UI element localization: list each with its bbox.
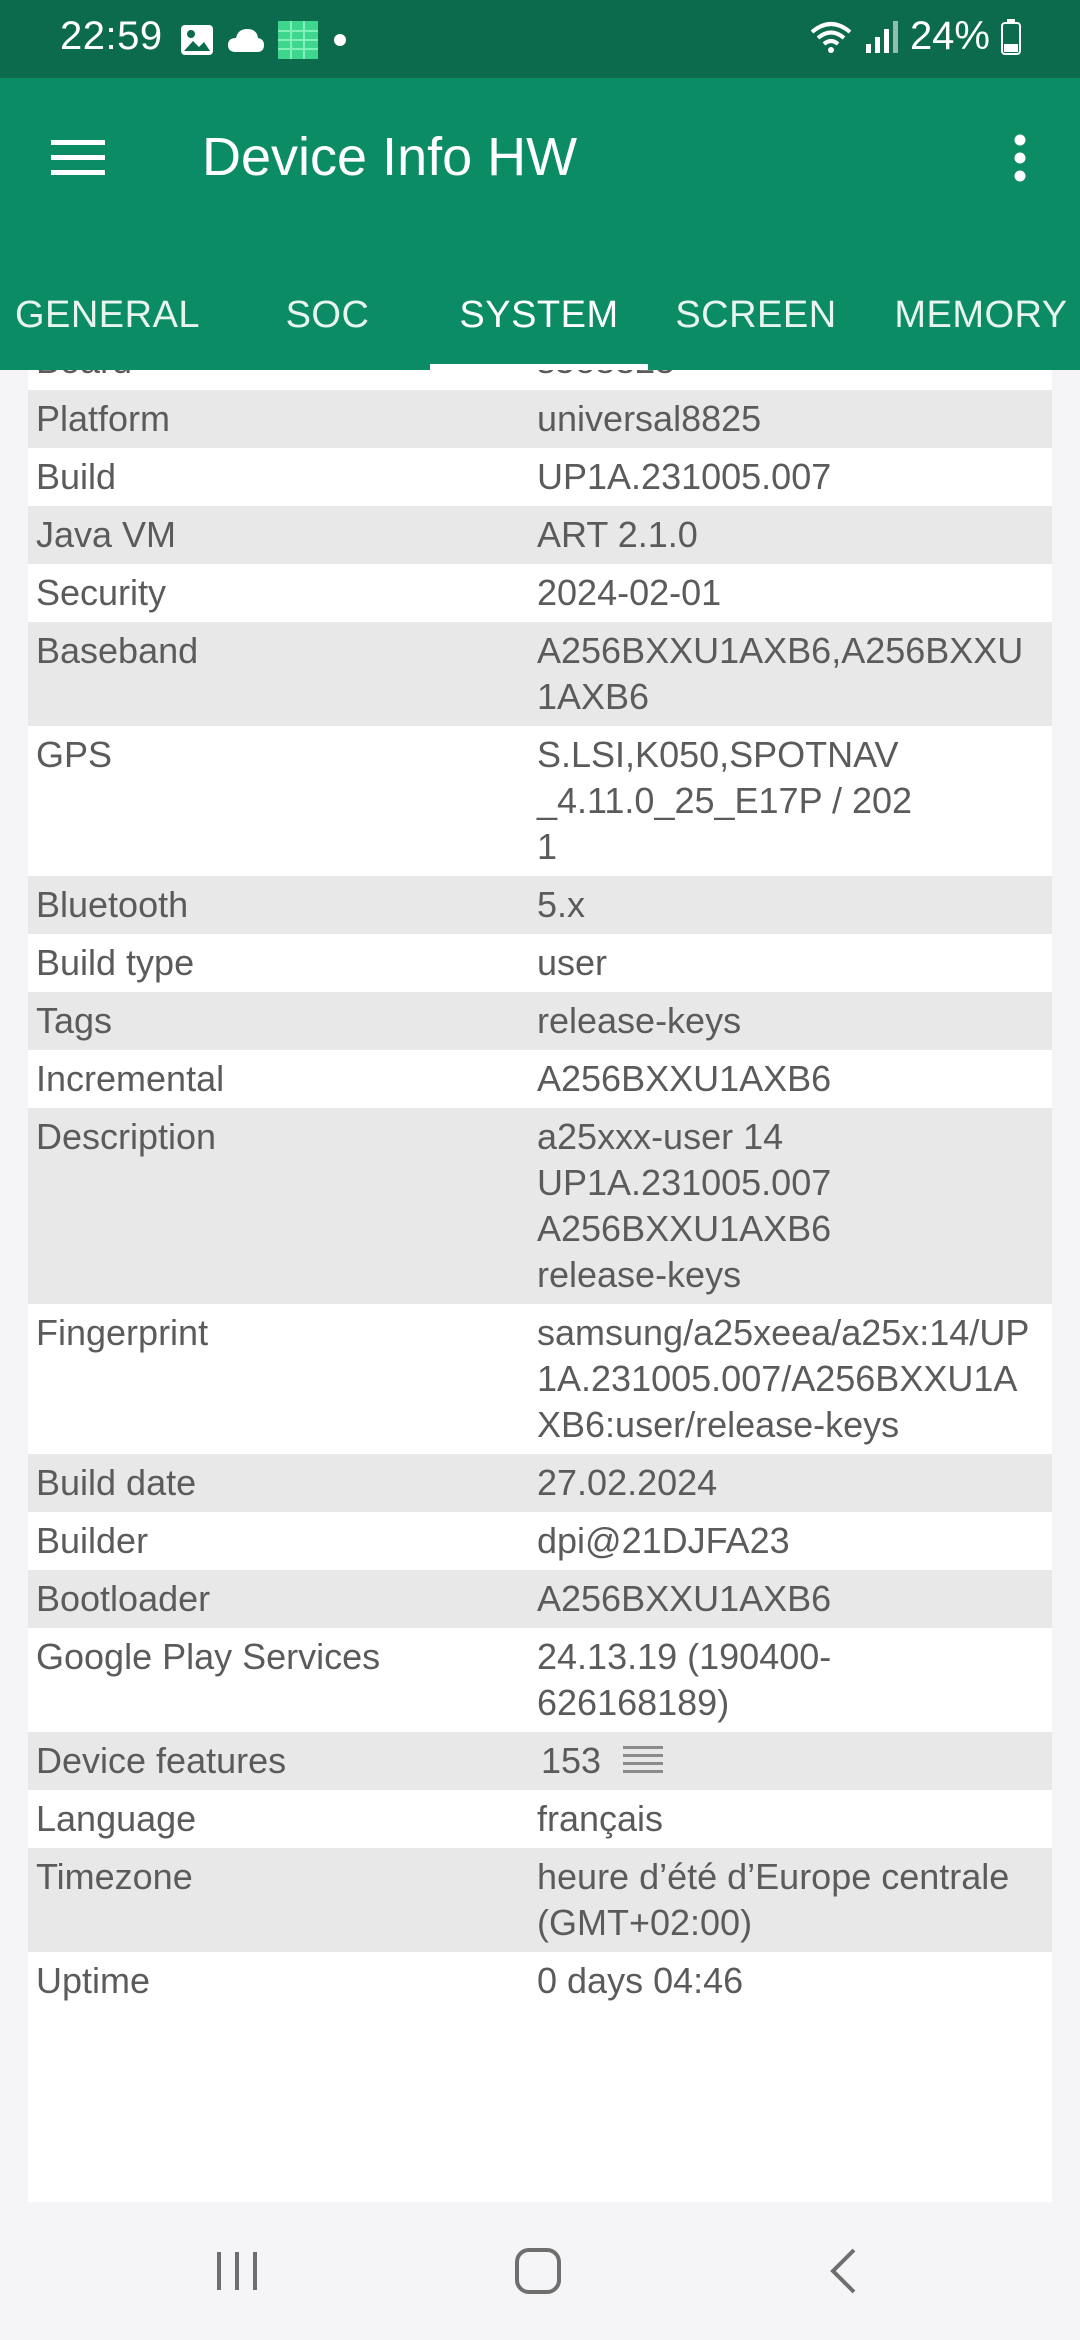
home-button[interactable]	[493, 2236, 583, 2306]
row-value: 24.13.19 (190400-626168189)	[537, 1636, 832, 1723]
info-row-bluetooth: Bluetooth 5.x	[28, 876, 1052, 934]
back-button[interactable]	[798, 2236, 888, 2306]
tab-bar: GENERAL SOC SYSTEM SCREEN MEMORY	[0, 260, 1080, 370]
list-icon[interactable]	[623, 1744, 664, 1778]
battery-percent: 24%	[909, 14, 990, 58]
system-status-icons: 24%	[808, 14, 1022, 59]
more-vert-icon	[1014, 134, 1026, 182]
row-label: Description	[36, 1116, 217, 1157]
row-value: 153	[541, 1740, 602, 1781]
status-time: 22:59	[60, 14, 163, 58]
info-row-baseband: Baseband A256BXXU1AXB6,A256BXXU1AXB6	[28, 622, 1052, 726]
row-value: A256BXXU1AXB6	[537, 1058, 832, 1099]
row-label: Build	[36, 456, 117, 497]
row-label: Security	[36, 572, 167, 613]
info-row-build-type: Build type user	[28, 934, 1052, 992]
tab-memory[interactable]: MEMORY	[864, 260, 1080, 370]
info-row-fingerprint: Fingerprint samsung/a25xeea/a25x:14/UP1A…	[28, 1304, 1052, 1454]
row-label: Google Play Services	[36, 1636, 381, 1677]
app-bar: Device Info HW GENERAL SOC SYSTEM SCREEN…	[0, 78, 1080, 370]
row-label: Fingerprint	[36, 1312, 209, 1353]
row-value: UP1A.231005.007	[537, 456, 832, 497]
tab-system[interactable]: SYSTEM	[430, 260, 648, 370]
info-row-language: Language français	[28, 1790, 1052, 1848]
hamburger-menu-icon	[51, 140, 105, 175]
row-value: s5e8825	[537, 370, 1052, 384]
device-features-value: 153	[537, 1738, 1052, 1784]
row-value: 27.02.2024	[537, 1462, 718, 1503]
row-value: heure d’été d’Europe centrale (GMT+02:00…	[537, 1856, 1010, 1943]
row-label: Board	[28, 370, 537, 384]
back-icon	[830, 2248, 856, 2294]
row-label: Incremental	[36, 1058, 225, 1099]
screen: 22:59 24% Device Info HW GENERAL SOC SYS…	[0, 0, 1080, 2340]
app-title: Device Info HW	[202, 127, 578, 187]
info-row-build: Build UP1A.231005.007	[28, 448, 1052, 506]
info-row-tags: Tags release-keys	[28, 992, 1052, 1050]
info-row-security: Security 2024-02-01	[28, 564, 1052, 622]
row-label: Bootloader	[36, 1578, 211, 1619]
row-label: Builder	[36, 1520, 149, 1561]
gallery-icon	[181, 25, 213, 55]
row-label: GPS	[36, 734, 113, 775]
row-label: Build type	[36, 942, 195, 983]
system-info-list[interactable]: Board s5e8825 Platform universal8825 Bui…	[28, 370, 1052, 2202]
battery-icon	[1001, 18, 1021, 55]
info-row-timezone: Timezone heure d’été d’Europe centrale (…	[28, 1848, 1052, 1952]
row-label: Baseband	[36, 630, 199, 671]
row-label: Bluetooth	[36, 884, 189, 925]
row-label: Language	[36, 1798, 197, 1839]
row-value: 5.x	[537, 884, 586, 925]
row-value: A256BXXU1AXB6	[537, 1578, 832, 1619]
info-row-platform: Platform universal8825	[28, 390, 1052, 448]
row-value: release-keys	[537, 1000, 742, 1041]
row-value: ART 2.1.0	[537, 514, 698, 555]
row-value: samsung/a25xeea/a25x:14/UP1A.231005.007/…	[537, 1312, 1030, 1445]
more-options-button[interactable]	[984, 122, 1056, 194]
info-row-board: Board s5e8825	[28, 370, 1052, 390]
signal-icon	[865, 20, 898, 53]
info-row-incremental: Incremental A256BXXU1AXB6	[28, 1050, 1052, 1108]
wifi-icon	[810, 21, 852, 53]
row-value: 0 days 04:46	[537, 1960, 744, 2001]
tab-soc[interactable]: SOC	[215, 260, 440, 370]
info-row-builder: Builder dpi@21DJFA23	[28, 1512, 1052, 1570]
notification-icons	[180, 21, 350, 59]
row-label: Uptime	[36, 1960, 151, 2001]
info-rows: Board s5e8825 Platform universal8825 Bui…	[28, 370, 1052, 2010]
tab-screen[interactable]: SCREEN	[648, 260, 864, 370]
row-value: A256BXXU1AXB6,A256BXXU1AXB6	[537, 630, 1024, 717]
row-value: S.LSI,K050,SPOTNAV_4.11.0_25_E17P / 2021	[537, 734, 913, 867]
row-label: Timezone	[36, 1856, 193, 1897]
row-label: Tags	[36, 1000, 113, 1041]
info-row-device-features[interactable]: Device features 153	[28, 1732, 1052, 1790]
recent-apps-button[interactable]	[192, 2236, 282, 2306]
sheet-icon	[278, 21, 318, 59]
status-bar: 22:59 24%	[0, 0, 1080, 78]
row-value: a25xxx-user 14 UP1A.231005.007 A256BXXU1…	[537, 1116, 832, 1295]
row-value: user	[537, 942, 608, 983]
info-row-description: Description a25xxx-user 14 UP1A.231005.0…	[28, 1108, 1052, 1304]
row-value: 2024-02-01	[537, 572, 722, 613]
info-row-build-date: Build date 27.02.2024	[28, 1454, 1052, 1512]
info-row-uptime: Uptime 0 days 04:46	[28, 1952, 1052, 2010]
row-label: Java VM	[36, 514, 177, 555]
cloud-icon	[228, 29, 264, 52]
info-row-bootloader: Bootloader A256BXXU1AXB6	[28, 1570, 1052, 1628]
tab-general[interactable]: GENERAL	[0, 260, 215, 370]
navigation-bar	[0, 2202, 1080, 2340]
dot-icon	[334, 34, 346, 46]
info-row-java-vm: Java VM ART 2.1.0	[28, 506, 1052, 564]
info-row-google-play-services: Google Play Services 24.13.19 (190400-62…	[28, 1628, 1052, 1732]
row-value: dpi@21DJFA23	[537, 1520, 790, 1561]
menu-button[interactable]	[36, 122, 120, 194]
row-label: Build date	[36, 1462, 197, 1503]
recent-apps-icon	[217, 2252, 257, 2290]
row-label: Device features	[36, 1740, 287, 1781]
row-value: universal8825	[537, 398, 762, 439]
home-icon	[515, 2248, 561, 2294]
row-value: français	[537, 1798, 664, 1839]
row-label: Platform	[36, 398, 171, 439]
info-row-gps: GPS S.LSI,K050,SPOTNAV_4.11.0_25_E17P / …	[28, 726, 1052, 876]
